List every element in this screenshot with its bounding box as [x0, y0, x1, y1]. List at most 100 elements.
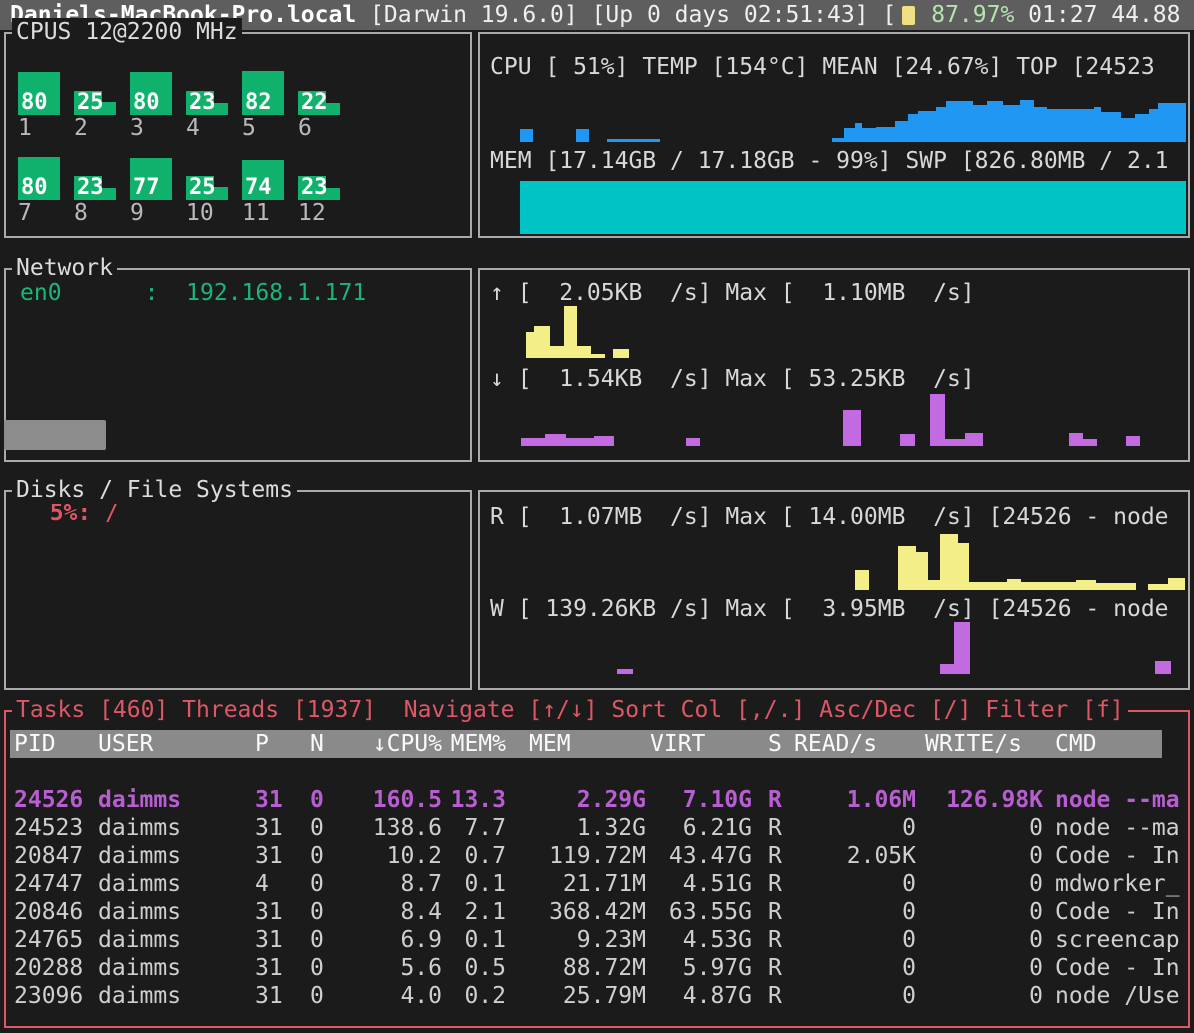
cpu-core-number: 3: [130, 115, 172, 141]
histogram-bar: [566, 438, 594, 446]
table-cell: 31: [255, 898, 295, 926]
cpu-core-number: 4: [186, 115, 228, 141]
histogram-bar: [1034, 107, 1047, 142]
process-table-header: PIDUSERPN ↓CPU%MEM% MEMVIRT SREAD/s WRITE/s C…: [6, 730, 1188, 758]
histogram-bar: [862, 128, 876, 142]
cpu-core-bar-step: [214, 103, 228, 115]
network-down-line: ↓ [ 1.54KB /s] Max [ 53.25KB /s]: [480, 366, 1188, 392]
table-cell: Code - In: [1055, 898, 1187, 926]
cpu-core-gauge: 74: [242, 155, 284, 200]
histogram-bar: [1168, 578, 1185, 590]
network-up-graph: [480, 306, 1188, 358]
cpu-core-number: 8: [74, 200, 116, 226]
table-cell: 4.0: [372, 982, 442, 1010]
histogram-bar: [591, 354, 605, 358]
table-cell: daimms: [98, 898, 248, 926]
process-row[interactable]: 24747daimms408.70.121.71M4.51GR00mdworke…: [6, 870, 1188, 898]
column-header[interactable]: WRITE/s: [925, 730, 1043, 758]
disk-write-line: W [ 139.26KB /s] Max [ 3.95MB /s] [24526…: [480, 596, 1188, 622]
process-row[interactable]: 24765daimms3106.90.19.23M4.53GR00screenc…: [6, 926, 1188, 954]
table-cell: 4.87G: [650, 982, 752, 1010]
process-row[interactable]: 20846daimms3108.42.1368.42M63.55GR00Code…: [6, 898, 1188, 926]
table-cell: 0: [925, 842, 1043, 870]
network-up-line: ↑ [ 2.05KB /s] Max [ 1.10MB /s]: [480, 280, 1188, 306]
table-cell: 31: [255, 982, 295, 1010]
cpu-core-gauge: 25: [74, 70, 116, 115]
cpu-core-value: 80: [21, 176, 48, 200]
table-cell: 24765: [14, 926, 92, 954]
table-cell: 7.10G: [650, 786, 752, 814]
cpu-core-bar-step: [158, 72, 172, 115]
table-cell: 31: [255, 842, 295, 870]
histogram-bar: [936, 107, 946, 142]
table-cell: 21.71M: [520, 870, 646, 898]
histogram-bar: [940, 664, 954, 674]
column-header[interactable]: PID: [14, 730, 92, 758]
table-cell: 0: [794, 954, 916, 982]
cpu-core-number: 1: [18, 115, 60, 141]
zenith-system-monitor: Daniels-MacBook-Pro.local [Darwin 19.6.0…: [0, 0, 1194, 1033]
cpu-core-number: 6: [298, 115, 340, 141]
histogram-bar: [945, 439, 965, 446]
histogram-bar: [844, 128, 855, 142]
cpus-panel-title: CPUS 12@2200 MHz: [12, 18, 242, 46]
table-cell: daimms: [98, 926, 248, 954]
table-cell: 8.7: [372, 870, 442, 898]
cpu-core-bar-step: [102, 188, 116, 200]
histogram-bar: [577, 346, 591, 358]
cpu-core-gauge: 80: [18, 70, 60, 115]
column-header[interactable]: MEM: [529, 730, 655, 758]
table-cell: 0: [794, 982, 916, 1010]
histogram-bar: [908, 114, 918, 142]
table-cell: 0.2: [444, 982, 506, 1010]
histogram-bar: [1094, 107, 1101, 142]
table-cell: 31: [255, 814, 295, 842]
histogram-bar: [898, 546, 916, 590]
table-cell: 368.42M: [520, 898, 646, 926]
table-cell: 23096: [14, 982, 92, 1010]
process-row[interactable]: 24523daimms310138.67.71.32G6.21GR00node …: [6, 814, 1188, 842]
column-header[interactable]: S: [768, 730, 790, 758]
histogram-bar: [1096, 583, 1136, 590]
histogram-bar: [928, 580, 940, 590]
process-row[interactable]: 24526daimms310160.513.32.29G7.10GR1.06M1…: [6, 786, 1188, 814]
histogram-bar: [1126, 436, 1140, 446]
cpu-core-gauge: 80: [130, 70, 172, 115]
cpu-core-value: 23: [301, 176, 328, 200]
histogram-bar: [1020, 100, 1034, 142]
column-header[interactable]: ↓CPU%: [372, 730, 442, 758]
histogram-bar: [965, 433, 983, 446]
column-header[interactable]: CMD: [1055, 730, 1187, 758]
column-header[interactable]: N: [310, 730, 350, 758]
histogram-bar: [958, 543, 969, 590]
cpu-core-bar-step: [270, 160, 284, 200]
table-cell: 0: [310, 786, 350, 814]
histogram-bar: [607, 139, 660, 142]
table-cell: 0: [794, 814, 916, 842]
cpu-cores-row-2: 802377257423: [18, 155, 470, 200]
table-cell: 0: [925, 898, 1043, 926]
table-cell: node --ma: [1055, 786, 1187, 814]
tasks-panel-title: Tasks [460] Threads [1937] Navigate [↑/↓…: [12, 696, 1128, 724]
cpu-core-gauge: 23: [186, 70, 228, 115]
column-header[interactable]: USER: [98, 730, 248, 758]
histogram-bar: [594, 436, 614, 446]
histogram-bar: [832, 138, 844, 142]
disk-read-line: R [ 1.07MB /s] Max [ 14.00MB /s] [24526 …: [480, 504, 1188, 530]
process-row[interactable]: 20288daimms3105.60.588.72M5.97GR00Code -…: [6, 954, 1188, 982]
table-cell: daimms: [98, 786, 248, 814]
histogram-bar: [973, 105, 987, 142]
histogram-bar: [1148, 584, 1168, 590]
cpus-panel: CPUS 12@2200 MHz 802580238222 123456 802…: [4, 32, 472, 238]
histogram-bar: [1007, 579, 1021, 590]
column-header[interactable]: P: [255, 730, 295, 758]
table-cell: 63.55G: [650, 898, 752, 926]
process-row[interactable]: 20847daimms31010.20.7119.72M43.47GR2.05K…: [6, 842, 1188, 870]
column-header[interactable]: VIRT: [650, 730, 752, 758]
process-row[interactable]: 23096daimms3104.00.225.79M4.87GR00node /…: [6, 982, 1188, 1010]
table-cell: R: [768, 926, 790, 954]
column-header[interactable]: READ/s: [794, 730, 916, 758]
table-cell: R: [768, 982, 790, 1010]
column-header[interactable]: MEM%: [444, 730, 506, 758]
network-panel-title: Network: [12, 254, 117, 282]
